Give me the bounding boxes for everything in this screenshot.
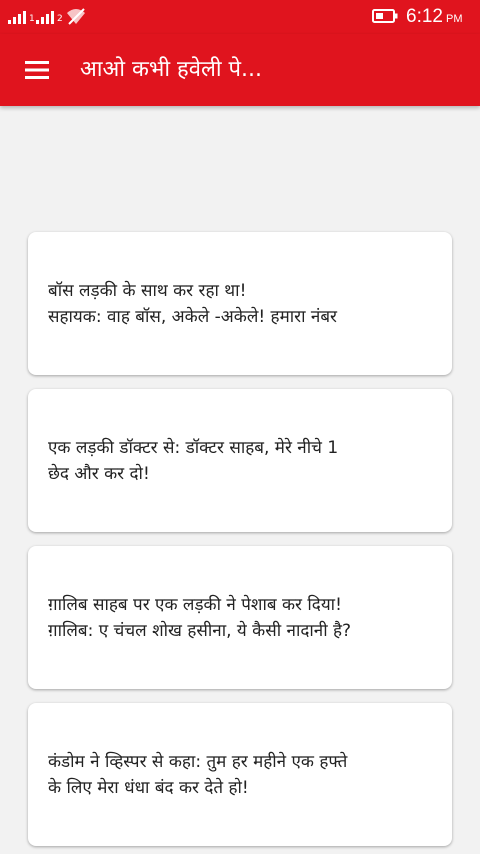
joke-card[interactable]: ग़ालिब साहब पर एक लड़की ने पेशाब कर दिया… (28, 546, 452, 689)
status-clock: 6:12 (406, 6, 443, 27)
battery-icon (372, 9, 398, 23)
screen: 1 2 6:12PM आओ कभी हवेली पे... बॉस लड़की (0, 0, 480, 854)
page-title: आओ कभी हवेली पे... (80, 57, 263, 82)
joke-card[interactable]: बॉस लड़की के साथ कर रहा था! सहायक: वाह ब… (28, 232, 452, 375)
joke-text: बॉस लड़की के साथ कर रहा था! सहायक: वाह ब… (48, 280, 338, 327)
joke-text: ग़ालिब साहब पर एक लड़की ने पेशाब कर दिया… (48, 594, 352, 641)
sim2-label: 2 (57, 14, 63, 24)
signal-icon: 1 (8, 8, 35, 24)
joke-text: कंडोम ने व्हिस्पर से कहा: तुम हर महीने ए… (48, 751, 348, 798)
status-ampm: PM (445, 13, 463, 25)
signal-icon: 2 (36, 8, 63, 24)
menu-icon (25, 61, 49, 79)
menu-button[interactable] (12, 46, 60, 94)
wifi-off-icon (67, 8, 85, 25)
joke-card[interactable]: कंडोम ने व्हिस्पर से कहा: तुम हर महीने ए… (28, 703, 452, 846)
app-bar: आओ कभी हवेली पे... (0, 34, 480, 106)
status-time: 6:12 PM (406, 6, 462, 30)
joke-text: एक लड़की डॉक्टर से: डॉक्टर साहब, मेरे नी… (48, 437, 339, 484)
sim1-label: 1 (29, 14, 35, 24)
joke-card[interactable]: एक लड़की डॉक्टर से: डॉक्टर साहब, मेरे नी… (28, 389, 452, 532)
status-bar: 1 2 6:12 PM (0, 0, 480, 34)
